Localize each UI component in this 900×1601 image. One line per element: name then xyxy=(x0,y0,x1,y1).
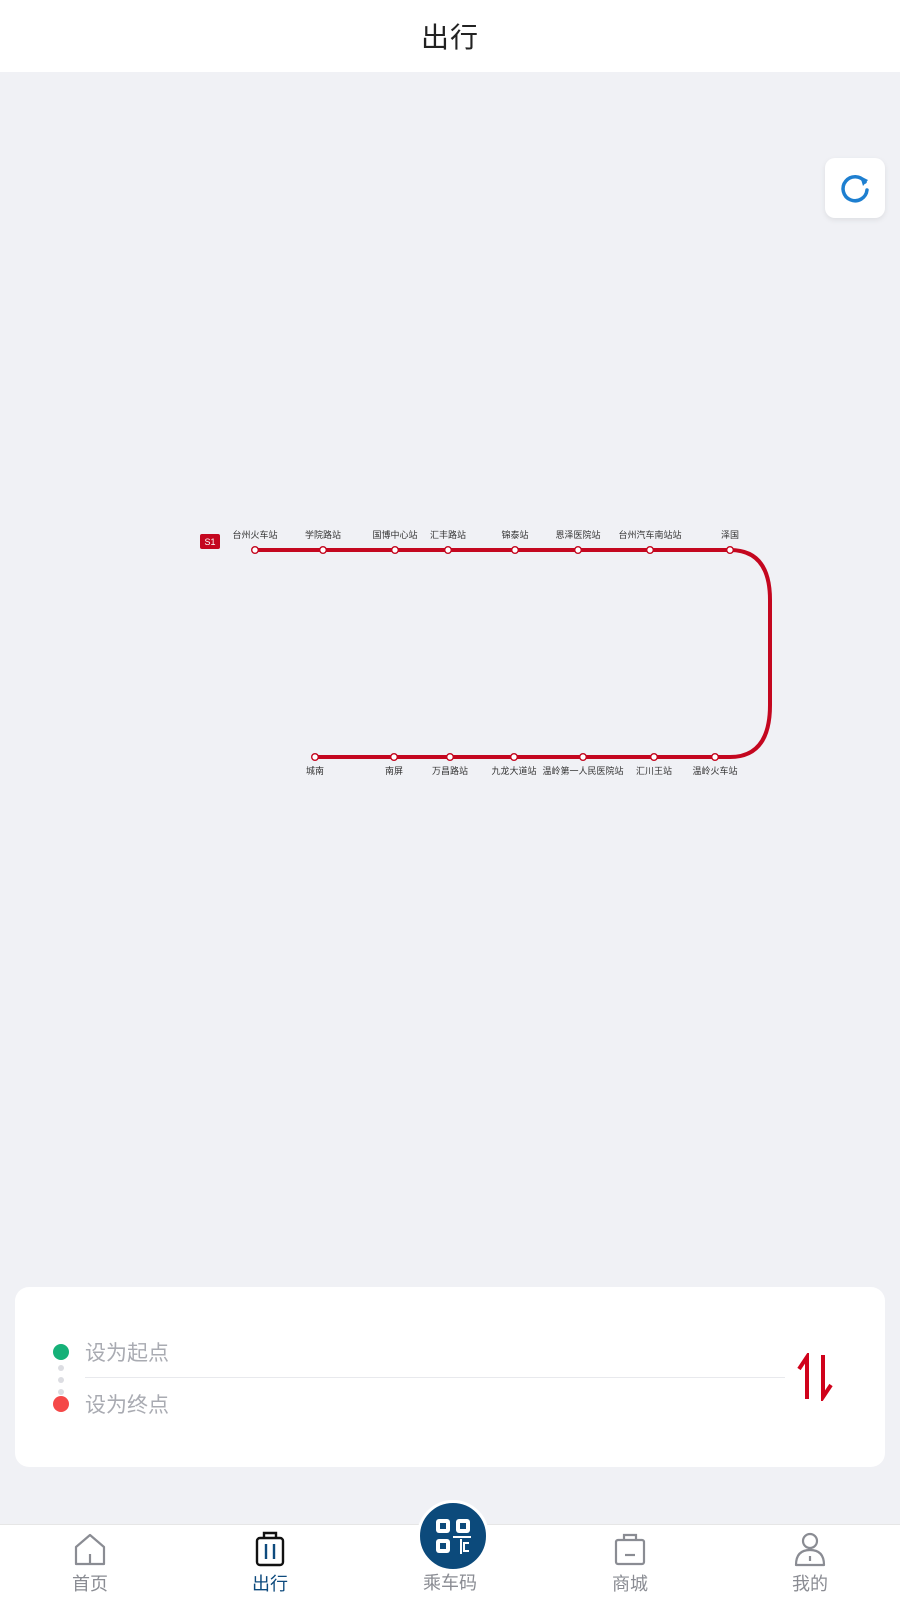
connector-dot xyxy=(58,1377,64,1383)
field-divider xyxy=(85,1377,785,1378)
tab-profile[interactable]: 我的 xyxy=(720,1525,900,1601)
station-label[interactable]: 万昌路站 xyxy=(432,765,468,776)
station-dot[interactable] xyxy=(511,546,520,555)
header-bar: 出行 xyxy=(0,0,900,72)
shopping-bag-icon xyxy=(614,1533,646,1566)
station-label[interactable]: 锦泰站 xyxy=(501,529,528,540)
luggage-icon xyxy=(255,1531,285,1567)
refresh-icon xyxy=(841,174,869,203)
tab-ride-code-label[interactable]: 乘车码 xyxy=(360,1569,540,1595)
metro-line-svg[interactable]: S1 台州火车站 学院路站 国博中心站 汇丰路站 锦泰站 恩泽医院站 台州汽车南站站 泽国 城… xyxy=(0,72,900,1272)
station-dot[interactable] xyxy=(510,753,519,762)
station-dot[interactable] xyxy=(726,546,735,555)
qr-code-icon xyxy=(436,1519,471,1554)
connector-dot xyxy=(58,1365,64,1371)
station-dot[interactable] xyxy=(311,753,320,762)
station-label[interactable]: 温岭火车站 xyxy=(692,765,737,776)
end-point-dot xyxy=(53,1396,69,1412)
station-label[interactable]: 泽国 xyxy=(721,530,739,540)
station-label[interactable]: 台州汽车南站站 xyxy=(618,529,681,540)
station-dot[interactable] xyxy=(650,753,659,762)
swap-button[interactable] xyxy=(785,1349,845,1405)
station-label[interactable]: 国博中心站 xyxy=(372,529,417,540)
refresh-button[interactable] xyxy=(825,158,885,218)
station-dot[interactable] xyxy=(711,753,720,762)
station-label[interactable]: 汇川王站 xyxy=(636,765,672,776)
station-label[interactable]: 汇丰路站 xyxy=(430,529,466,540)
metro-map[interactable]: S1 台州火车站 学院路站 国博中心站 汇丰路站 锦泰站 恩泽医院站 台州汽车南站站 泽国 城… xyxy=(0,72,900,1272)
station-dot[interactable] xyxy=(391,546,400,555)
station-label[interactable]: 九龙大道站 xyxy=(491,765,536,776)
station-label[interactable]: 恩泽医院站 xyxy=(555,529,600,540)
home-icon xyxy=(74,1533,106,1566)
station-dot[interactable] xyxy=(579,753,588,762)
tab-label: 商城 xyxy=(612,1574,648,1595)
station-label[interactable]: 南屏 xyxy=(385,765,403,776)
tab-label: 我的 xyxy=(792,1574,828,1595)
swap-arrows-icon xyxy=(797,1353,833,1401)
tab-travel[interactable]: 出行 xyxy=(180,1525,360,1601)
station-label[interactable]: 学院路站 xyxy=(305,529,341,540)
user-icon xyxy=(794,1532,826,1567)
qr-code-button[interactable] xyxy=(417,1500,489,1572)
start-station-field[interactable]: 设为起点 xyxy=(85,1330,785,1374)
station-dot[interactable] xyxy=(646,546,655,555)
end-station-field[interactable]: 设为终点 xyxy=(85,1382,785,1426)
line-badge-label: S1 xyxy=(204,537,215,547)
station-label[interactable]: 台州火车站 xyxy=(232,529,277,540)
station-label[interactable]: 温岭第一人民医院站 xyxy=(542,765,623,776)
station-dot[interactable] xyxy=(390,753,399,762)
tab-label: 出行 xyxy=(252,1574,288,1595)
station-dot[interactable] xyxy=(250,546,259,555)
tab-mall[interactable]: 商城 xyxy=(540,1525,720,1601)
station-dot[interactable] xyxy=(446,753,455,762)
tab-home[interactable]: 首页 xyxy=(0,1525,180,1601)
page-title: 出行 xyxy=(420,21,479,54)
start-point-dot xyxy=(53,1344,69,1360)
station-label[interactable]: 城南 xyxy=(306,765,324,776)
station-dot[interactable] xyxy=(444,546,453,555)
station-dot[interactable] xyxy=(574,546,583,555)
tab-label: 首页 xyxy=(72,1574,108,1595)
metro-line-s1 xyxy=(253,548,772,759)
connector-dot xyxy=(58,1389,64,1395)
route-planner-card: 设为起点 设为终点 xyxy=(15,1287,885,1467)
station-dot[interactable] xyxy=(319,546,328,555)
